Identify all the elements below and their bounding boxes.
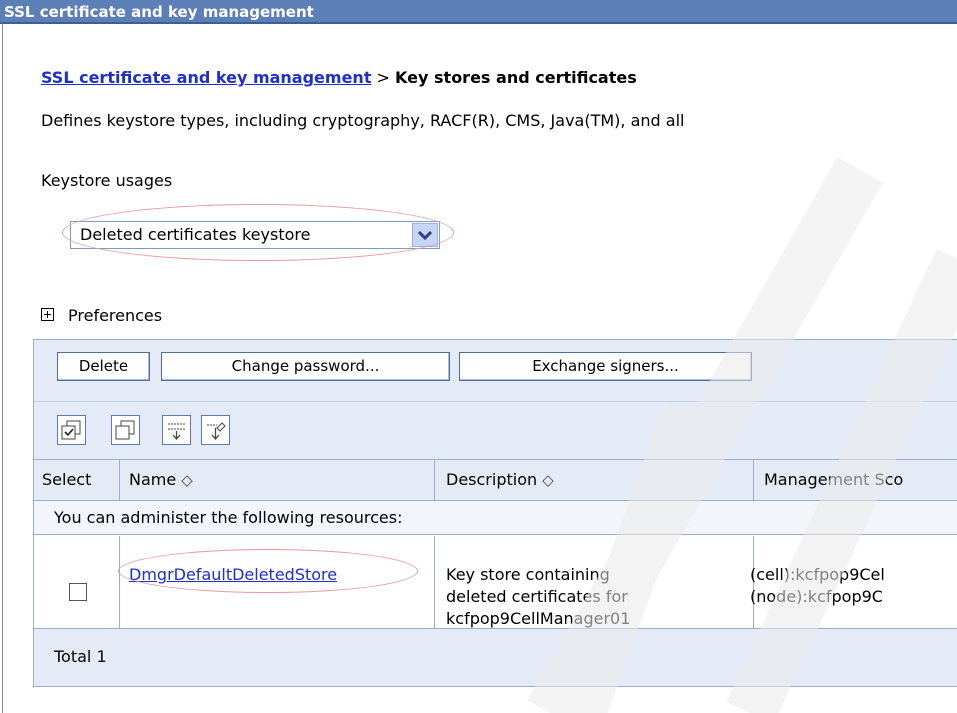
keystore-usages-label: Keystore usages [41,171,173,190]
preferences-label: Preferences [68,306,163,325]
window-title: SSL certificate and key management [0,0,957,24]
button-toolbar: Delete Change password... Exchange signe… [34,340,957,402]
table-total: Total 1 [34,629,957,686]
row-scope-line: (cell):kcfpop9Cel [750,565,885,584]
expand-plus-icon[interactable] [41,308,54,321]
keystore-collection-panel: Delete Change password... Exchange signe… [33,339,957,687]
keystore-usages-selected-value: Deleted certificates keystore [80,225,311,244]
column-header-name[interactable]: Name ◇ [129,460,429,500]
column-divider [119,460,120,500]
icon-toolbar [34,402,957,460]
breadcrumb-separator: > [371,68,396,87]
row-description-line: deleted certificates for [446,587,628,606]
table-info-row: You can administer the following resourc… [34,501,957,535]
keystore-usages-select[interactable]: Deleted certificates keystore [70,221,440,249]
breadcrumb-link-ssl-management[interactable]: SSL certificate and key management [41,68,371,87]
deselect-all-icon[interactable] [111,415,140,445]
page-title: Key stores and certificates [395,68,637,87]
select-all-icon[interactable] [57,415,86,445]
preferences-toggle[interactable]: Preferences [41,306,162,325]
column-header-select: Select [42,470,92,489]
breadcrumb: SSL certificate and key management > Key… [41,68,637,87]
column-divider [434,536,435,628]
column-header-name-label: Name [129,470,177,489]
frame-border [2,24,3,713]
column-header-management-scope[interactable]: Management Sco [764,460,957,500]
page-description: Defines keystore types, including crypto… [41,111,685,130]
change-password-button[interactable]: Change password... [161,352,450,381]
column-header-description-label: Description [446,470,538,489]
row-description-line: kcfpop9CellManager01 [446,609,631,628]
clear-filter-icon[interactable] [201,415,230,445]
row-description-line: Key store containing [446,565,610,584]
column-divider [753,460,754,500]
column-divider [434,460,435,500]
exchange-signers-button[interactable]: Exchange signers... [459,352,752,381]
delete-button[interactable]: Delete [57,352,150,381]
column-divider [119,536,120,628]
row-scope-line: (node):kcfpop9C [750,587,883,606]
sort-icon[interactable]: ◇ [542,471,554,489]
chevron-down-icon[interactable] [412,223,438,247]
row-select-checkbox[interactable] [69,583,87,601]
keystore-name-link[interactable]: DmgrDefaultDeletedStore [129,565,337,584]
show-filter-icon[interactable] [162,415,191,445]
table-header: Select Name ◇ Description ◇ Management S… [34,460,957,501]
sort-icon[interactable]: ◇ [181,471,193,489]
column-header-description[interactable]: Description ◇ [446,460,736,500]
